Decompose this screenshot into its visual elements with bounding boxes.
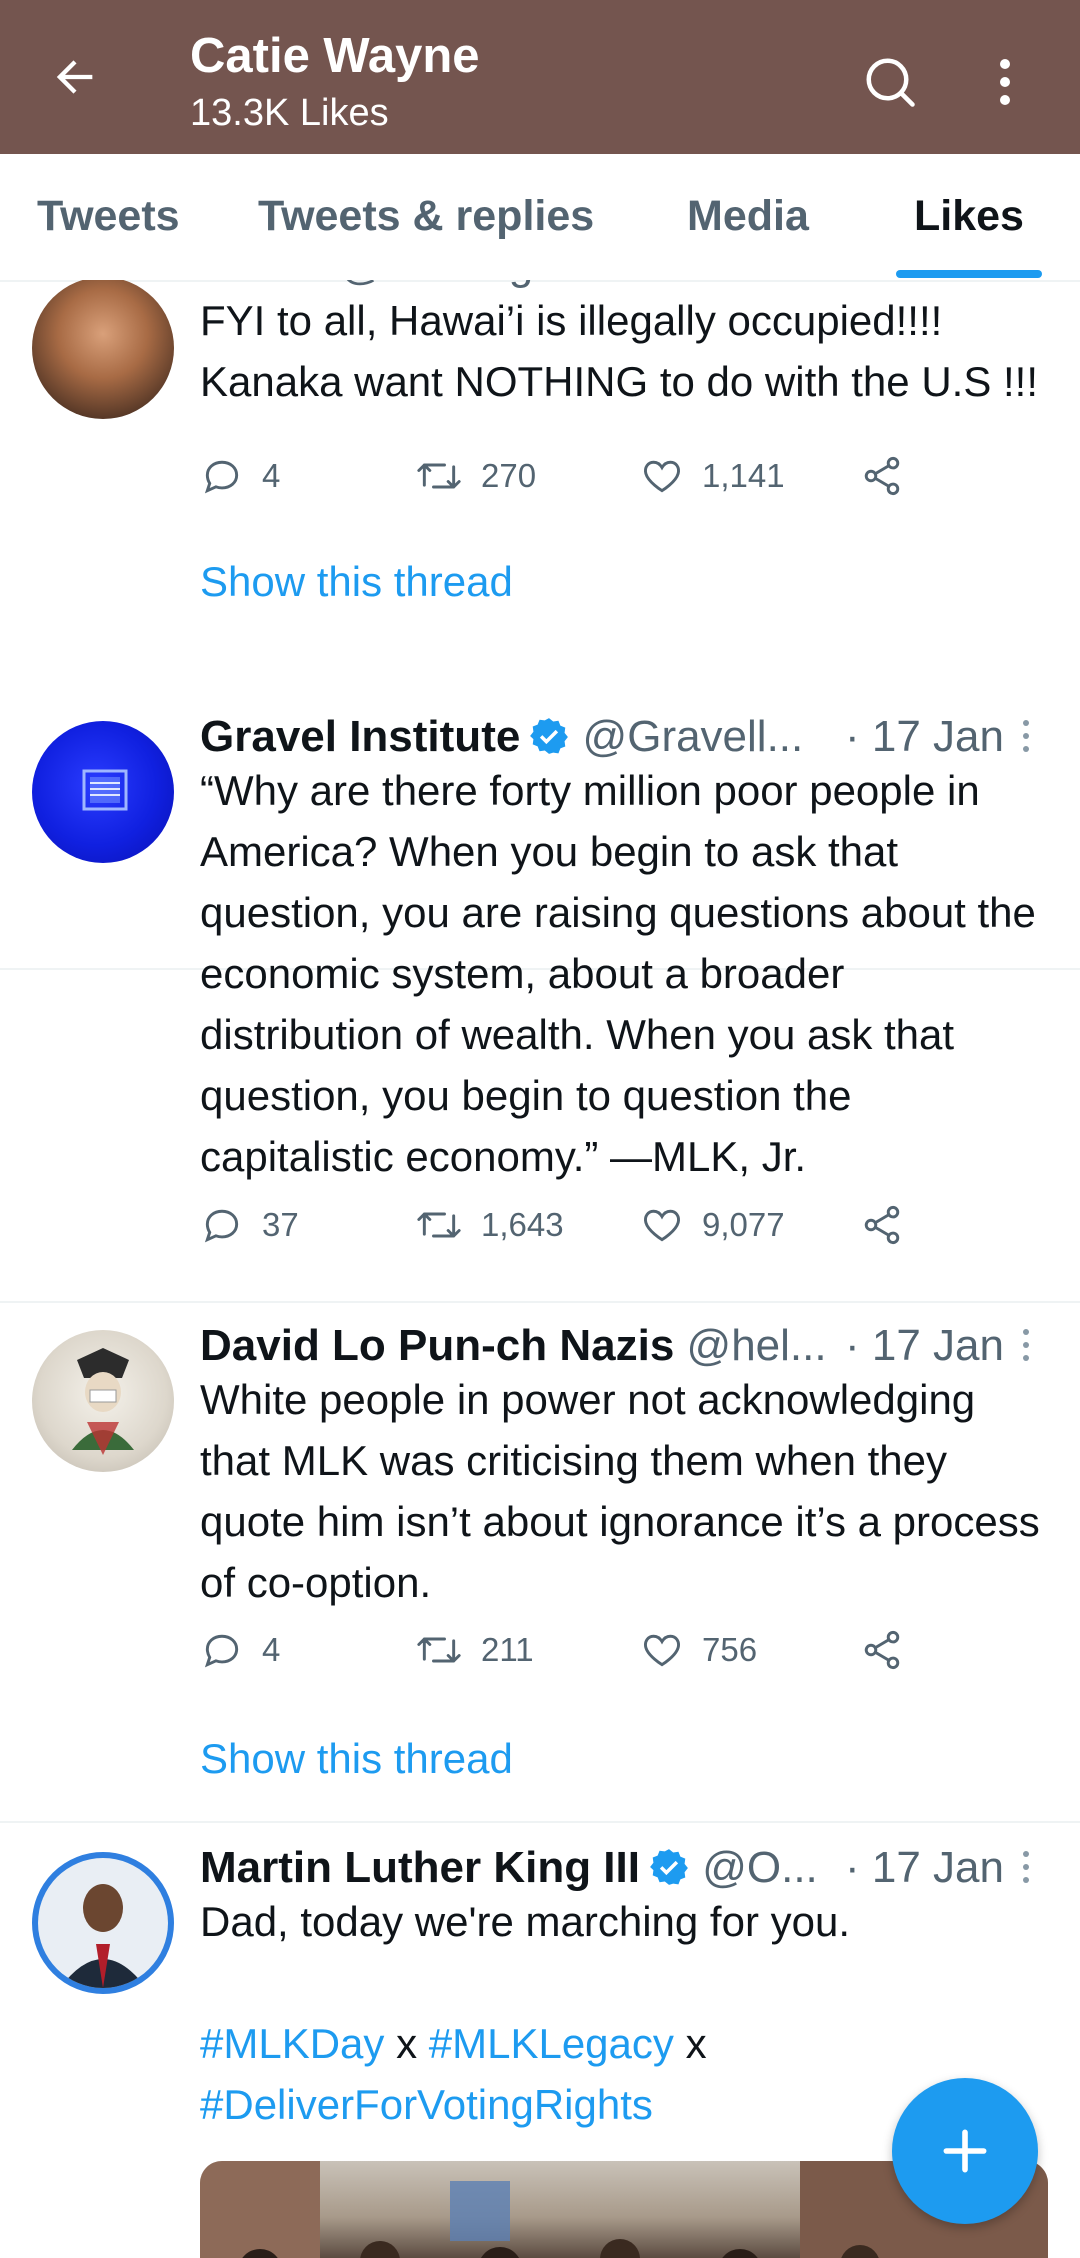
- tweet-menu-button[interactable]: [1016, 714, 1036, 758]
- retweet-icon: [417, 1637, 461, 1663]
- like-button[interactable]: 1,141: [640, 446, 785, 506]
- tweet-item[interactable]: David Lo Pun-ch Nazis @hel... · 17 Jan W…: [0, 1299, 1080, 1823]
- tweet-date: · 21 Jan: [570, 280, 729, 289]
- reply-count: 37: [262, 1206, 299, 1243]
- tweet-menu-button[interactable]: [1016, 1845, 1036, 1889]
- likes-count: 13.3K Likes: [190, 92, 389, 134]
- arrow-left-icon: [56, 60, 93, 94]
- avatar[interactable]: [32, 1852, 174, 1994]
- avatar[interactable]: [32, 280, 174, 419]
- verified-badge-icon: [530, 718, 569, 754]
- heart-icon: [644, 460, 680, 493]
- share-button[interactable]: [860, 1620, 904, 1680]
- retweet-icon: [417, 1212, 461, 1238]
- reply-count: 4: [262, 1631, 281, 1668]
- tweet-feed[interactable]: Iniiani @resKaiga · 21 Jan FYI to all, H…: [0, 280, 1080, 2258]
- author-handle: @resKaiga: [339, 280, 557, 289]
- back-button[interactable]: [40, 42, 110, 112]
- gravel-logo-icon: [82, 769, 128, 811]
- author-name[interactable]: Martin Luther King III: [200, 1843, 640, 1892]
- retweet-button[interactable]: 211: [415, 1620, 534, 1680]
- heart-icon: [644, 1634, 680, 1667]
- hashtag-link[interactable]: #MLKDay: [200, 2020, 384, 2067]
- like-count: 9,077: [702, 1206, 785, 1243]
- share-button[interactable]: [860, 1195, 904, 1255]
- avatar[interactable]: [32, 1330, 174, 1472]
- tweet-text: Dad, today we're marching for you.: [200, 1898, 850, 1945]
- like-button[interactable]: 9,077: [640, 1195, 785, 1255]
- tweet-actions: 37 1,643 9,077: [200, 1195, 920, 1255]
- reply-button[interactable]: 37: [200, 1195, 299, 1255]
- heart-icon: [644, 1209, 680, 1242]
- share-icon: [864, 1205, 900, 1245]
- avatar[interactable]: [32, 721, 174, 863]
- profile-header: Catie Wayne 13.3K Likes: [0, 0, 1080, 154]
- tab-tweets-and-replies[interactable]: Tweets & replies: [258, 192, 594, 241]
- tweet-date: · 17 Jan: [845, 1843, 1004, 1892]
- illustrated-portrait-icon: [72, 1348, 134, 1455]
- share-button[interactable]: [860, 446, 904, 506]
- hashtag-separator: x: [685, 2020, 707, 2067]
- tweet-actions: 4 270 1,141: [200, 446, 920, 506]
- reply-icon: [204, 1209, 239, 1243]
- more-vertical-icon: [1000, 59, 1010, 105]
- reply-button[interactable]: 4: [200, 446, 280, 506]
- retweet-count: 1,643: [481, 1206, 564, 1243]
- share-icon: [864, 1630, 900, 1670]
- hashtag-link[interactable]: #MLKLegacy: [429, 2020, 674, 2067]
- retweet-count: 211: [481, 1631, 534, 1668]
- share-icon: [864, 456, 900, 496]
- more-options-button[interactable]: [985, 47, 1025, 117]
- tweet-date: · 17 Jan: [845, 1321, 1004, 1370]
- author-name[interactable]: Gravel Institute: [200, 712, 520, 761]
- active-tab-indicator: [896, 270, 1042, 278]
- tweet-text: White people in power not acknowledging …: [200, 1376, 1040, 1606]
- portrait-photo-icon: [38, 1858, 168, 1988]
- author-handle: @Gravell...: [582, 712, 804, 761]
- author-handle: @O...: [702, 1843, 818, 1892]
- author-name[interactable]: David Lo Pun-ch Nazis: [200, 1321, 674, 1370]
- retweet-button[interactable]: 270: [415, 446, 536, 506]
- search-button[interactable]: [855, 47, 925, 117]
- author-name[interactable]: Iniiani: [200, 280, 327, 289]
- retweet-button[interactable]: 1,643: [415, 1195, 564, 1255]
- like-count: 1,141: [702, 457, 785, 494]
- tab-media[interactable]: Media: [687, 192, 809, 241]
- verified-badge-icon: [650, 1849, 688, 1885]
- tweet-item[interactable]: Gravel Institute @Gravell... · 17 Jan “W…: [0, 690, 1080, 1303]
- tweet-text: FYI to all, Hawai’i is illegally occupie…: [200, 297, 1039, 405]
- author-handle: @hel...: [686, 1321, 827, 1370]
- compose-tweet-button[interactable]: [892, 2078, 1038, 2224]
- reply-icon: [204, 1634, 239, 1668]
- hashtag-separator: x: [396, 2020, 418, 2067]
- show-thread-link[interactable]: Show this thread: [200, 558, 513, 606]
- like-button[interactable]: 756: [640, 1620, 757, 1680]
- tab-tweets[interactable]: Tweets: [37, 192, 180, 241]
- tweet-actions: 4 211 756: [200, 1620, 920, 1680]
- tab-likes[interactable]: Likes: [914, 192, 1024, 241]
- retweet-icon: [417, 463, 461, 489]
- tweet-date: · 17 Jan: [845, 712, 1004, 761]
- tweet-text: “Why are there forty million poor people…: [200, 767, 1036, 1180]
- tweet-menu-button[interactable]: [1016, 1323, 1036, 1367]
- reply-count: 4: [262, 457, 281, 494]
- like-count: 756: [702, 1631, 758, 1668]
- reply-icon: [204, 460, 239, 494]
- reply-button[interactable]: 4: [200, 1620, 280, 1680]
- profile-tabs: Tweets Tweets & replies Media Likes: [0, 154, 1080, 282]
- plus-icon: [943, 2129, 987, 2173]
- show-thread-link[interactable]: Show this thread: [200, 1735, 513, 1783]
- profile-name: Catie Wayne: [190, 29, 480, 83]
- search-icon: [866, 58, 915, 107]
- hashtag-link[interactable]: #DeliverForVotingRights: [200, 2081, 653, 2128]
- retweet-count: 270: [481, 457, 537, 494]
